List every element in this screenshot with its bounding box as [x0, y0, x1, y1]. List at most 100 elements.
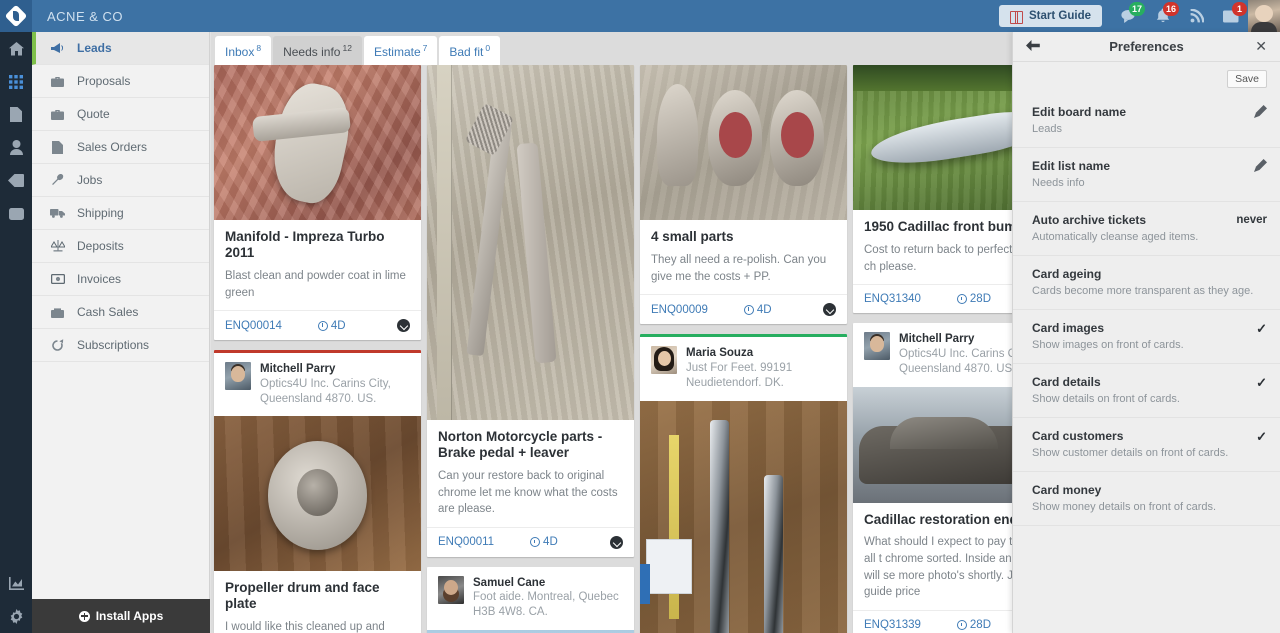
pref-text: Card customers Show customer details on …: [1032, 429, 1256, 459]
refresh-icon: [50, 338, 65, 352]
save-button[interactable]: Save: [1227, 70, 1267, 88]
tab-label: Bad fit: [449, 45, 484, 59]
app-logo[interactable]: [0, 0, 32, 32]
card-enquiry-id[interactable]: ENQ00009: [651, 304, 708, 316]
tab-count: 0: [485, 43, 491, 53]
pref-auto-archive-tickets[interactable]: Auto archive tickets Automatically clean…: [1013, 202, 1280, 256]
card-age: 28D: [956, 293, 991, 305]
pref-label: Card money: [1032, 483, 1102, 497]
pref-value[interactable]: never: [1236, 213, 1267, 226]
check-icon[interactable]: ✓: [1256, 429, 1267, 445]
pref-card-customers[interactable]: Card customers Show customer details on …: [1013, 418, 1280, 472]
card-customer: Maria Souza Just For Feet. 99191 Neudiet…: [640, 337, 847, 400]
card-title: Manifold - Impreza Turbo 2011: [225, 229, 385, 260]
card[interactable]: 4 small parts They all need a re-polish.…: [640, 65, 847, 325]
pref-card-ageing[interactable]: Card ageing Cards become more transparen…: [1013, 256, 1280, 310]
board-area: Inbox 8 Needs info 12 Estimate 7 Bad fit 0 M…: [211, 32, 1012, 633]
rail-grid-icon[interactable]: [0, 65, 32, 98]
card-enquiry-id[interactable]: ENQ00014: [225, 320, 282, 332]
chevron-down-icon[interactable]: [823, 303, 836, 317]
clock-icon: [956, 620, 967, 631]
chat-icon[interactable]: 17: [1112, 0, 1146, 32]
sidebar-item-quote[interactable]: Quote: [32, 98, 209, 131]
rail-gear-icon[interactable]: [0, 600, 32, 633]
pencil-icon[interactable]: [1254, 105, 1267, 118]
card[interactable]: Samuel Cane Foot aide. Montreal, Quebec …: [427, 566, 634, 633]
rail-inbox-icon[interactable]: [0, 197, 32, 230]
sidebar-item-subscriptions[interactable]: Subscriptions: [32, 329, 209, 362]
install-apps-label: Install Apps: [95, 609, 164, 623]
back-arrow-icon[interactable]: [1026, 38, 1042, 56]
sidebar-item-jobs[interactable]: Jobs: [32, 164, 209, 197]
start-guide-button[interactable]: Start Guide: [999, 5, 1102, 27]
card[interactable]: Maria Souza Just For Feet. 99191 Neudiet…: [640, 334, 847, 633]
card-enquiry-id[interactable]: ENQ31340: [864, 293, 921, 305]
pref-edit-list-name[interactable]: Edit list name Needs info: [1013, 148, 1280, 202]
user-avatar[interactable]: [1248, 0, 1280, 32]
chevron-down-icon[interactable]: [397, 319, 410, 333]
panel-title: Preferences: [1109, 39, 1184, 54]
rail-chart-icon[interactable]: [0, 567, 32, 600]
chevron-down-icon[interactable]: [610, 535, 623, 549]
tab-inbox[interactable]: Inbox 8: [215, 36, 272, 65]
tab-estimate[interactable]: Estimate 7: [363, 36, 438, 65]
sidebar-label: Sales Orders: [77, 140, 148, 154]
check-icon[interactable]: ✓: [1256, 321, 1267, 337]
card-icon[interactable]: 1: [1214, 0, 1248, 32]
card[interactable]: 1950 Cadillac front bumper Cost to retur…: [853, 65, 1012, 314]
briefcase-icon: [50, 76, 65, 87]
pref-label: Card details: [1032, 375, 1101, 389]
pref-card-money[interactable]: Card money Show money details on front o…: [1013, 472, 1280, 526]
card-enquiry-id[interactable]: ENQ00011: [438, 536, 494, 548]
rail-document-icon[interactable]: [0, 98, 32, 131]
card-age: 4D: [530, 536, 558, 548]
sidebar-item-proposals[interactable]: Proposals: [32, 65, 209, 98]
card-footer: ENQ00011 4D: [427, 526, 634, 557]
sidebar-item-shipping[interactable]: Shipping: [32, 197, 209, 230]
rail-tag-icon[interactable]: [0, 164, 32, 197]
clock-icon: [743, 304, 754, 315]
card[interactable]: Mitchell Parry Optics4U Inc. Carins City…: [853, 323, 1012, 633]
avatar: [864, 332, 890, 361]
card-body: Norton Motorcycle parts - Brake pedal + …: [427, 420, 634, 527]
sidebar-item-invoices[interactable]: Invoices: [32, 263, 209, 296]
card-image-small-parts: [640, 65, 847, 220]
check-icon[interactable]: ✓: [1256, 375, 1267, 391]
sidebar-item-leads[interactable]: Leads: [32, 32, 209, 65]
tab-needs-info[interactable]: Needs info 12: [273, 36, 362, 65]
card-description: What should I expect to pay to get all t…: [864, 536, 1012, 599]
sidebar-item-sales-orders[interactable]: Sales Orders: [32, 131, 209, 164]
card-enquiry-id[interactable]: ENQ31339: [864, 619, 921, 631]
customer-name: Mitchell Parry: [899, 333, 975, 346]
bell-badge: 16: [1162, 2, 1179, 16]
pref-edit-board-name[interactable]: Edit board name Leads: [1013, 94, 1280, 148]
file-icon: [50, 140, 65, 154]
install-apps-button[interactable]: Install Apps: [32, 599, 210, 633]
card[interactable]: Manifold - Impreza Turbo 2011 Blast clea…: [214, 65, 421, 341]
pencil-icon[interactable]: [1254, 159, 1267, 172]
rss-icon[interactable]: [1180, 0, 1214, 32]
rail-user-icon[interactable]: [0, 131, 32, 164]
card-customer: Samuel Cane Foot aide. Montreal, Quebec …: [427, 567, 634, 630]
pref-card-images[interactable]: Card images Show images on front of card…: [1013, 310, 1280, 364]
sidebar-item-deposits[interactable]: Deposits: [32, 230, 209, 263]
top-bar-actions: Start Guide 17 16 1: [999, 0, 1280, 32]
close-icon[interactable]: ✕: [1251, 38, 1267, 55]
sidebar-label: Deposits: [77, 239, 124, 253]
card[interactable]: Mitchell Parry Optics4U Inc. Carins City…: [214, 350, 421, 633]
sidebar-item-cash-sales[interactable]: Cash Sales: [32, 296, 209, 329]
megaphone-icon: [50, 42, 65, 54]
customer-address: Foot aide. Montreal, Quebec H3B 4W8. CA.: [473, 591, 619, 619]
card-description: They all need a re-polish. Can you give …: [651, 253, 827, 283]
card-title: 1950 Cadillac front bumper: [864, 219, 1012, 234]
pref-sub: Cards become more transparent as they ag…: [1032, 285, 1254, 297]
card-body: Propeller drum and face plate I would li…: [214, 571, 421, 633]
pref-card-details[interactable]: Card details Show details on front of ca…: [1013, 364, 1280, 418]
card-title: 4 small parts: [651, 229, 734, 244]
bell-icon[interactable]: 16: [1146, 0, 1180, 32]
start-guide-label: Start Guide: [1029, 10, 1091, 22]
tab-bad-fit[interactable]: Bad fit 0: [439, 36, 501, 65]
board-column: 1950 Cadillac front bumper Cost to retur…: [850, 65, 1012, 633]
card[interactable]: Norton Motorcycle parts - Brake pedal + …: [427, 65, 634, 557]
rail-home-icon[interactable]: [0, 32, 32, 65]
